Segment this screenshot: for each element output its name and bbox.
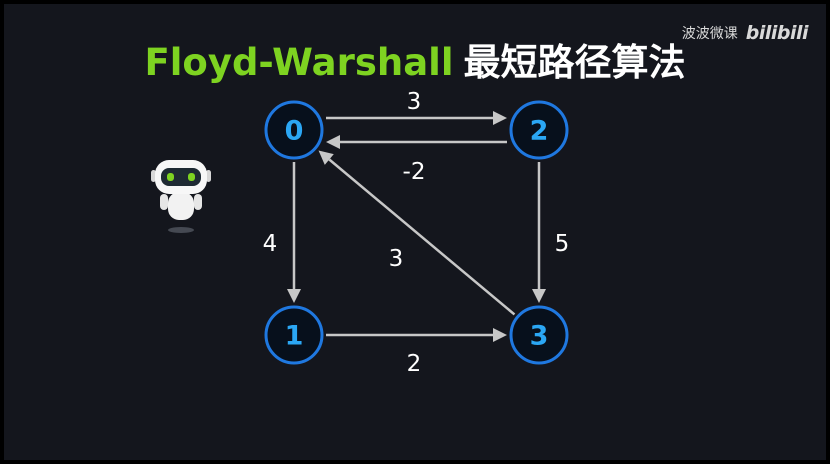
edge-weight-0-to-2: 3 — [407, 89, 422, 115]
node-2: 2 — [509, 100, 569, 160]
node-label-2: 2 — [530, 116, 549, 147]
edge-weight-3-to-0: 3 — [389, 246, 404, 272]
edge-weight-2-to-3: 5 — [555, 231, 570, 257]
node-0: 0 — [264, 100, 324, 160]
slide: Floyd-Warshall 最短路径算法 波波微课 bilibili 3 -2 4 5… — [4, 4, 826, 460]
edge-weight-2-to-0: -2 — [403, 159, 426, 185]
edge-weight-1-to-3: 2 — [407, 351, 422, 377]
arrowhead-2-to-0 — [326, 135, 340, 149]
node-label-0: 0 — [285, 116, 304, 147]
node-label-1: 1 — [285, 321, 304, 352]
arrowhead-2-to-3 — [532, 289, 546, 303]
node-label-3: 3 — [530, 321, 549, 352]
video-frame: Floyd-Warshall 最短路径算法 波波微课 bilibili 3 -2 4 5… — [0, 0, 830, 464]
arrowhead-0-to-2 — [493, 111, 507, 125]
arrowhead-1-to-3 — [493, 328, 507, 342]
node-1: 1 — [264, 305, 324, 365]
graph-diagram: 3 -2 4 5 3 2 0 2 1 3 — [263, 89, 570, 377]
node-3: 3 — [509, 305, 569, 365]
edge-weight-0-to-1: 4 — [263, 231, 278, 257]
arrowhead-0-to-1 — [287, 289, 301, 303]
